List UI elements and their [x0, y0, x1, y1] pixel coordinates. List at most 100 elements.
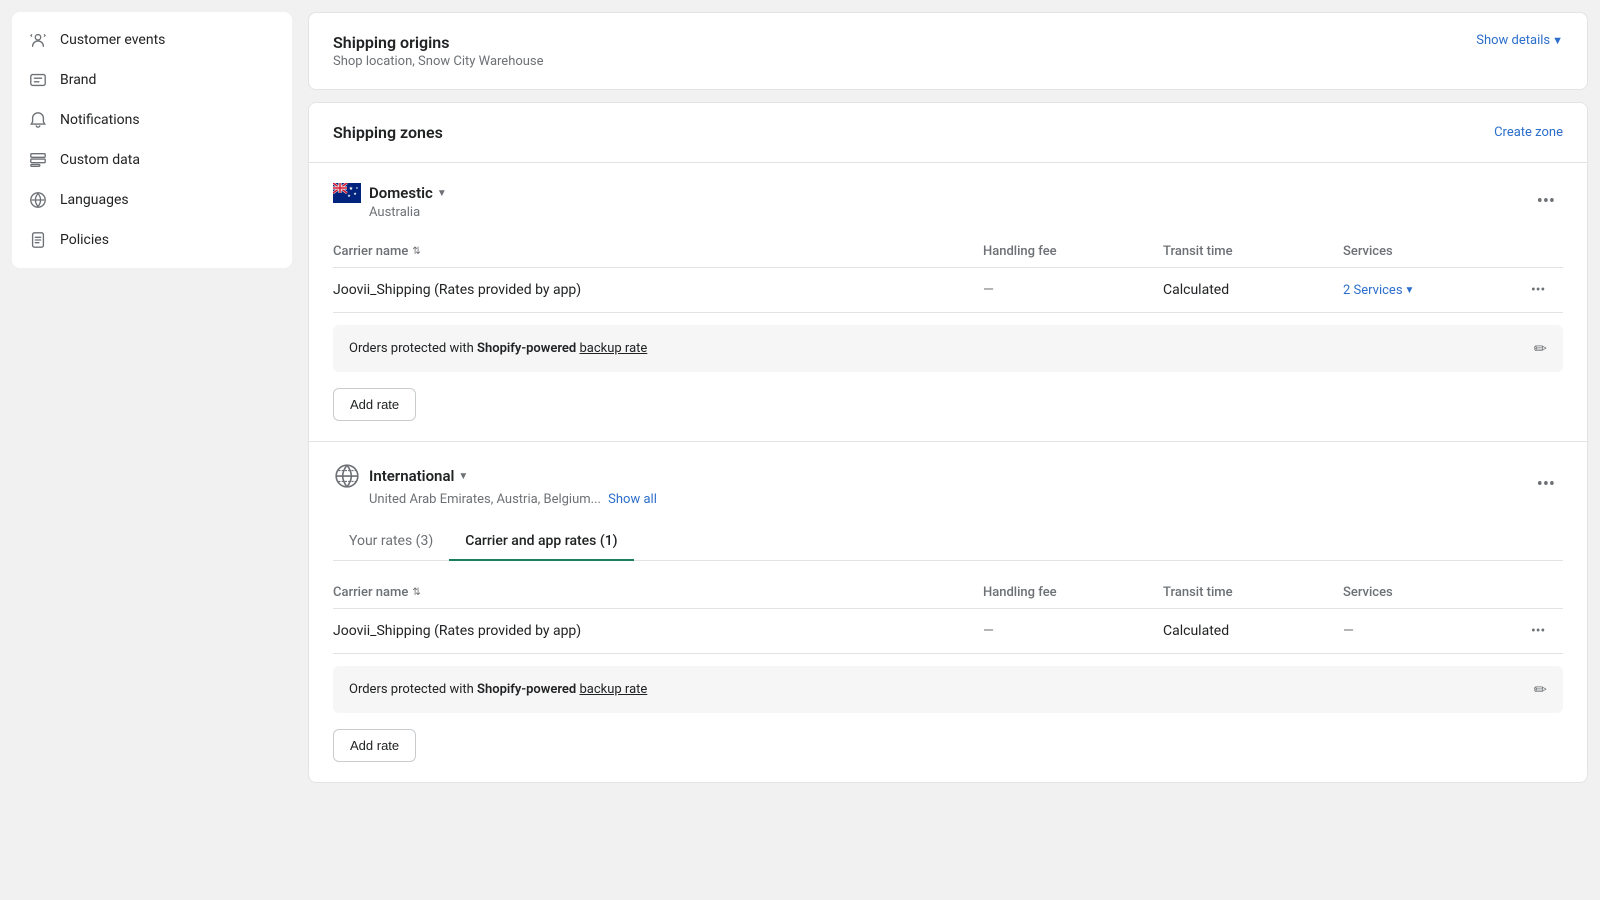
sidebar-item-policies[interactable]: Policies [12, 220, 292, 260]
international-protection-banner: Orders protected with Shopify-powered ba… [333, 666, 1563, 713]
services-header: Services [1343, 244, 1523, 259]
sidebar-item-notifications[interactable]: Notifications [12, 100, 292, 140]
international-table-header: Carrier name ⇅ Handling fee Transit time… [333, 577, 1563, 609]
table-row: Joovii_Shipping (Rates provided by app) … [333, 609, 1563, 654]
actions-header [1523, 244, 1563, 259]
shipping-zones-card: Shipping zones Create zone [308, 102, 1588, 783]
intl-transit-time-header: Transit time [1163, 585, 1343, 600]
intl-carrier-name-header: Carrier name ⇅ [333, 585, 983, 600]
domestic-zone-name[interactable]: Domestic ▼ [369, 184, 447, 202]
custom-data-icon [28, 150, 48, 170]
intl-transit-time-cell: Calculated [1163, 623, 1343, 639]
services-link-button[interactable]: 2 Services ▼ [1343, 283, 1523, 298]
row-actions-cell: ••• [1523, 282, 1563, 298]
international-countries: United Arab Emirates, Austria, Belgium..… [333, 492, 657, 507]
protection-text: Orders protected with Shopify-powered ba… [349, 341, 647, 356]
domestic-title-row: ★ ★ ★ ★ Domestic ▼ [333, 183, 447, 203]
svg-text:★: ★ [353, 191, 357, 196]
show-all-button[interactable]: Show all [608, 492, 657, 507]
international-tabs: Your rates (3) Carrier and app rates (1) [333, 523, 1563, 561]
domestic-zone-header: ★ ★ ★ ★ Domestic ▼ Australia ••• [333, 183, 1563, 220]
svg-text:★: ★ [347, 193, 351, 198]
intl-protection-text: Orders protected with Shopify-powered ba… [349, 682, 647, 697]
shipping-origins-card: Shipping origins Shop location, Snow Cit… [308, 12, 1588, 90]
international-zone-title-area: International ▼ United Arab Emirates, Au… [333, 462, 657, 507]
notifications-icon [28, 110, 48, 130]
sidebar-item-brand[interactable]: Brand [12, 60, 292, 100]
domestic-zone-section: ★ ★ ★ ★ Domestic ▼ Australia ••• [309, 163, 1587, 442]
domestic-add-rate-button[interactable]: Add rate [333, 388, 416, 421]
intl-handling-fee-cell: — [983, 623, 1163, 639]
domestic-chevron-icon: ▼ [437, 188, 447, 199]
origins-title: Shipping origins [333, 33, 544, 52]
backup-rate-link[interactable]: backup rate [579, 341, 647, 356]
intl-protection-edit-icon[interactable]: ✏ [1534, 680, 1547, 699]
sidebar-label-customer-events: Customer events [60, 32, 165, 48]
brand-icon [28, 70, 48, 90]
intl-row-actions-cell: ••• [1523, 623, 1563, 639]
chevron-down-icon: ▼ [1552, 34, 1563, 47]
languages-icon [28, 190, 48, 210]
sidebar: Customer events Brand Notifications [12, 12, 292, 268]
sidebar-item-customer-events[interactable]: Customer events [12, 20, 292, 60]
zones-title: Shipping zones [333, 123, 443, 142]
international-more-options-button[interactable]: ••• [1529, 470, 1563, 499]
svg-text:★: ★ [356, 186, 359, 190]
sidebar-label-policies: Policies [60, 232, 109, 248]
show-details-button[interactable]: Show details ▼ [1476, 33, 1563, 48]
origins-header: Shipping origins Shop location, Snow Cit… [333, 33, 1563, 69]
intl-carrier-name-cell: Joovii_Shipping (Rates provided by app) [333, 623, 983, 639]
international-add-rate-button[interactable]: Add rate [333, 729, 416, 762]
tab-your-rates[interactable]: Your rates (3) [333, 523, 449, 561]
protection-edit-icon[interactable]: ✏ [1534, 339, 1547, 358]
intl-handling-fee-header: Handling fee [983, 585, 1163, 600]
international-title-row: International ▼ [333, 462, 657, 490]
domestic-zone-title-area: ★ ★ ★ ★ Domestic ▼ Australia [333, 183, 447, 220]
sidebar-label-brand: Brand [60, 72, 96, 88]
intl-sort-icon: ⇅ [412, 587, 420, 598]
sidebar-label-languages: Languages [60, 192, 129, 208]
origins-title-group: Shipping origins Shop location, Snow Cit… [333, 33, 544, 69]
table-row: Joovii_Shipping (Rates provided by app) … [333, 268, 1563, 313]
domestic-rate-table: Carrier name ⇅ Handling fee Transit time… [333, 236, 1563, 313]
domestic-table-header: Carrier name ⇅ Handling fee Transit time… [333, 236, 1563, 268]
zones-section-header: Shipping zones Create zone [309, 103, 1587, 163]
international-chevron-icon: ▼ [458, 471, 468, 482]
main-content: Shipping origins Shop location, Snow Cit… [292, 0, 1600, 900]
services-chevron-icon: ▼ [1405, 285, 1415, 296]
tab-carrier-app-rates[interactable]: Carrier and app rates (1) [449, 523, 633, 561]
globe-icon [333, 462, 361, 490]
sidebar-item-languages[interactable]: Languages [12, 180, 292, 220]
transit-time-header: Transit time [1163, 244, 1343, 259]
shipping-origins-section: Shipping origins Shop location, Snow Cit… [309, 13, 1587, 89]
rate-more-options-button[interactable]: ••• [1523, 278, 1553, 302]
carrier-name-cell: Joovii_Shipping (Rates provided by app) [333, 282, 983, 298]
international-zone-name[interactable]: International ▼ [369, 467, 468, 485]
sidebar-item-custom-data[interactable]: Custom data [12, 140, 292, 180]
australia-flag-icon: ★ ★ ★ ★ [333, 183, 361, 203]
create-zone-button[interactable]: Create zone [1494, 125, 1563, 140]
intl-actions-header [1523, 585, 1563, 600]
carrier-name-header: Carrier name ⇅ [333, 244, 983, 259]
origins-subtitle: Shop location, Snow City Warehouse [333, 54, 544, 69]
policies-icon [28, 230, 48, 250]
handling-fee-header: Handling fee [983, 244, 1163, 259]
customer-events-icon [28, 30, 48, 50]
domestic-country: Australia [333, 205, 447, 220]
domestic-protection-banner: Orders protected with Shopify-powered ba… [333, 325, 1563, 372]
intl-services-header: Services [1343, 585, 1523, 600]
international-zone-header: International ▼ United Arab Emirates, Au… [333, 462, 1563, 507]
international-rate-table: Carrier name ⇅ Handling fee Transit time… [333, 577, 1563, 654]
sort-icon: ⇅ [412, 246, 420, 257]
zones-top-header: Shipping zones Create zone [333, 123, 1563, 142]
domestic-more-options-button[interactable]: ••• [1529, 187, 1563, 216]
intl-rate-more-options-button[interactable]: ••• [1523, 619, 1553, 643]
intl-services-cell: — [1343, 623, 1523, 639]
sidebar-label-custom-data: Custom data [60, 152, 140, 168]
services-cell: 2 Services ▼ [1343, 283, 1523, 298]
intl-backup-rate-link[interactable]: backup rate [579, 682, 647, 697]
international-zone-section: International ▼ United Arab Emirates, Au… [309, 442, 1587, 782]
sidebar-label-notifications: Notifications [60, 112, 140, 128]
transit-time-cell: Calculated [1163, 282, 1343, 298]
handling-fee-cell: — [983, 282, 1163, 298]
